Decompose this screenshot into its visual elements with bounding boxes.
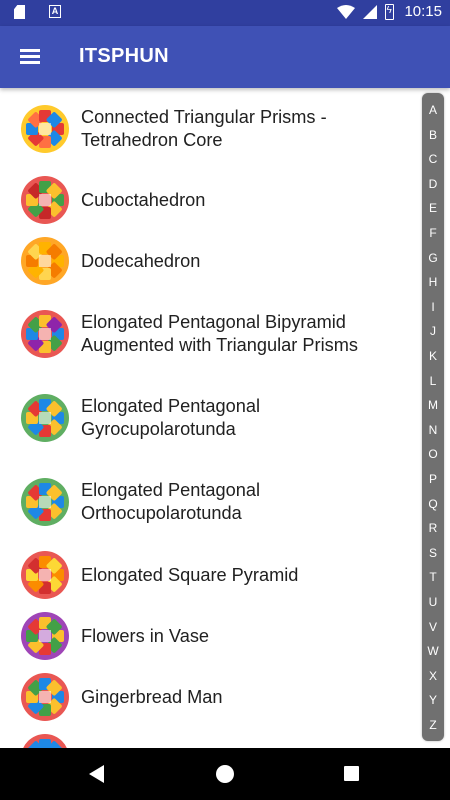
app-title: ITSPHUN bbox=[79, 45, 169, 67]
index-letter-g[interactable]: G bbox=[422, 251, 444, 265]
index-letter-j[interactable]: J bbox=[422, 324, 444, 338]
index-letter-v[interactable]: V bbox=[422, 620, 444, 634]
list-item-label: Elongated Pentagonal bbox=[81, 480, 260, 500]
hamburger-menu-icon[interactable] bbox=[20, 47, 42, 65]
app-bar: ITSPHUN bbox=[0, 26, 450, 88]
list-item[interactable]: Connected Triangular Prisms - Tetrahedron… bbox=[0, 88, 418, 170]
status-time: 10:15 bbox=[404, 3, 442, 20]
index-letter-h[interactable]: H bbox=[422, 275, 444, 289]
index-letter-t[interactable]: T bbox=[422, 570, 444, 584]
recents-icon[interactable] bbox=[344, 766, 359, 781]
index-letter-y[interactable]: Y bbox=[422, 693, 444, 707]
home-icon[interactable] bbox=[216, 765, 234, 783]
list-item-label: Cuboctahedron bbox=[81, 189, 206, 210]
list-item[interactable]: Flowers in Vase bbox=[0, 606, 418, 666]
polyhedron-thumbnail bbox=[21, 673, 69, 721]
list-item[interactable]: Gingerbread Man bbox=[0, 666, 418, 728]
list-item[interactable]: Elongated Pentagonal Gyrocupolarotunda bbox=[0, 376, 418, 460]
index-letter-w[interactable]: W bbox=[422, 644, 444, 658]
list-item[interactable]: Cuboctahedron bbox=[0, 170, 418, 230]
polyhedron-thumbnail bbox=[21, 237, 69, 285]
index-letter-s[interactable]: S bbox=[422, 546, 444, 560]
polyhedron-thumbnail bbox=[21, 176, 69, 224]
alphabet-index-bar[interactable]: ABCDEFGHIJKLMNOPQRSTUVWXYZ bbox=[422, 93, 444, 741]
signal-icon bbox=[363, 4, 378, 19]
index-letter-n[interactable]: N bbox=[422, 423, 444, 437]
list-item-label: Orthocupolarotunda bbox=[81, 503, 242, 523]
list-item-label: Dodecahedron bbox=[81, 250, 201, 271]
index-letter-a[interactable]: A bbox=[422, 103, 444, 117]
list-item-label: Augmented with Triangular Prisms bbox=[81, 335, 358, 355]
list-item[interactable]: Dodecahedron bbox=[0, 230, 418, 292]
index-letter-z[interactable]: Z bbox=[422, 718, 444, 732]
list-item-label: Connected Triangular Prisms - bbox=[81, 107, 327, 127]
polyhedron-thumbnail bbox=[21, 551, 69, 599]
index-letter-f[interactable]: F bbox=[422, 226, 444, 240]
list-item-label: Elongated Pentagonal Bipyramid bbox=[81, 312, 346, 332]
list-item-label: Elongated Square Pyramid bbox=[81, 564, 299, 585]
index-letter-d[interactable]: D bbox=[422, 177, 444, 191]
index-letter-x[interactable]: X bbox=[422, 669, 444, 683]
list-item[interactable]: Elongated Pentagonal Bipyramid Augmented … bbox=[0, 292, 418, 376]
index-letter-u[interactable]: U bbox=[422, 595, 444, 609]
list-item-label: Tetrahedron Core bbox=[81, 130, 223, 150]
back-icon[interactable] bbox=[89, 765, 104, 783]
navigation-bar bbox=[0, 748, 450, 800]
index-letter-p[interactable]: P bbox=[422, 472, 444, 486]
index-letter-l[interactable]: L bbox=[422, 374, 444, 388]
battery-charging-icon bbox=[385, 3, 395, 20]
index-letter-m[interactable]: M bbox=[422, 398, 444, 412]
index-letter-e[interactable]: E bbox=[422, 201, 444, 215]
list-item[interactable] bbox=[0, 728, 418, 748]
list-item[interactable]: Elongated Pentagonal Orthocupolarotunda bbox=[0, 460, 418, 544]
status-bar: A 10:15 bbox=[0, 0, 450, 26]
list-item-label: Elongated Pentagonal bbox=[81, 396, 260, 416]
index-letter-c[interactable]: C bbox=[422, 152, 444, 166]
list-item-label: Gyrocupolarotunda bbox=[81, 419, 236, 439]
index-letter-k[interactable]: K bbox=[422, 349, 444, 363]
polyhedra-list[interactable]: Connected Triangular Prisms - Tetrahedron… bbox=[0, 88, 418, 748]
polyhedron-thumbnail bbox=[21, 394, 69, 442]
wifi-icon bbox=[337, 4, 356, 19]
list-item-label: Flowers in Vase bbox=[81, 625, 210, 646]
a-notification-icon: A bbox=[49, 5, 61, 18]
index-letter-i[interactable]: I bbox=[422, 300, 444, 314]
polyhedron-thumbnail bbox=[21, 105, 69, 153]
list-item[interactable]: Elongated Square Pyramid bbox=[0, 544, 418, 606]
polyhedron-thumbnail bbox=[23, 734, 67, 748]
index-letter-r[interactable]: R bbox=[422, 521, 444, 535]
polyhedron-thumbnail bbox=[21, 478, 69, 526]
sd-card-icon bbox=[14, 5, 25, 19]
index-letter-q[interactable]: Q bbox=[422, 497, 444, 511]
index-letter-o[interactable]: O bbox=[422, 447, 444, 461]
polyhedron-thumbnail bbox=[21, 612, 69, 660]
list-item-label: Gingerbread Man bbox=[81, 686, 223, 707]
polyhedron-thumbnail bbox=[21, 310, 69, 358]
index-letter-b[interactable]: B bbox=[422, 128, 444, 142]
